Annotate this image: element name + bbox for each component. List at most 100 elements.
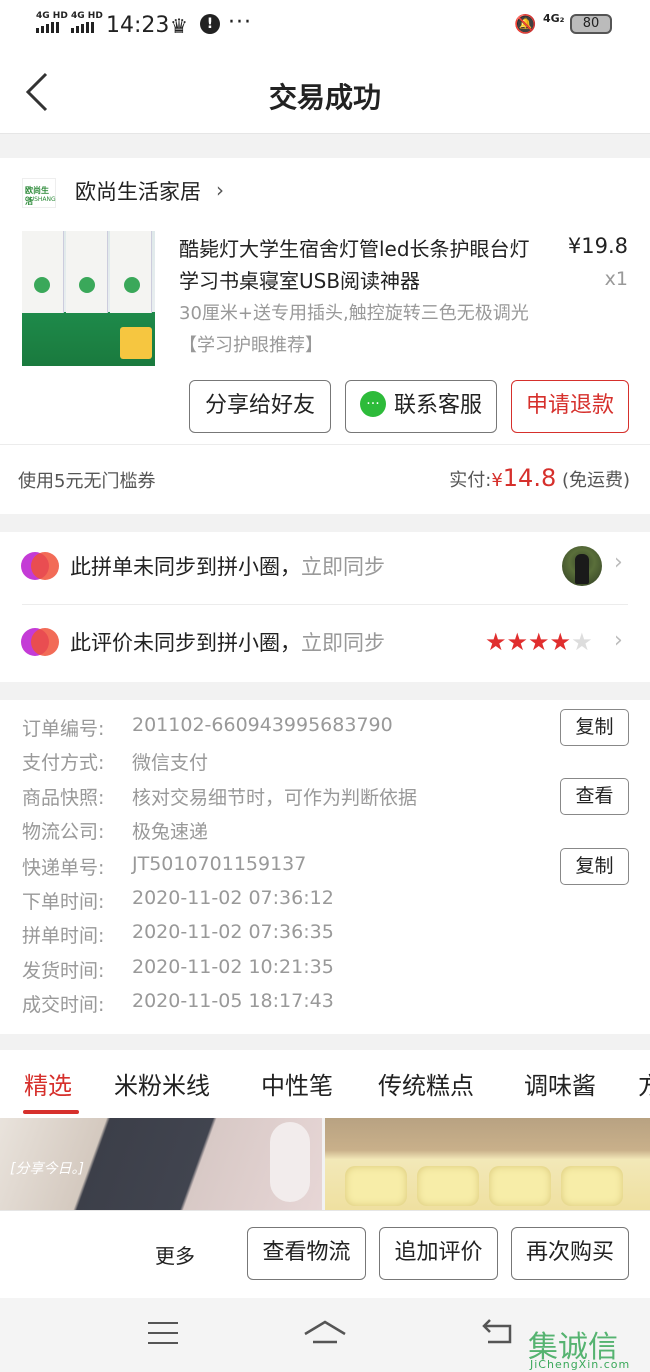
- chevron-right-icon[interactable]: ›: [614, 550, 623, 575]
- view-logistics-label: 查看物流: [262, 1240, 351, 1265]
- recommend-item-image[interactable]: [分享今日。]: [0, 1118, 322, 1210]
- star-icon: ★: [549, 628, 572, 656]
- rating-stars: ★★★★★: [485, 628, 593, 656]
- info-value: 2020-11-02 07:36:12: [132, 887, 334, 909]
- watermark-sub: JiChengXin.com: [530, 1358, 631, 1371]
- paid-value: 14.8: [502, 464, 557, 492]
- crown-icon: ♛: [170, 14, 188, 38]
- divider: [22, 604, 628, 605]
- star-icon: ★: [506, 628, 529, 656]
- shop-logo[interactable]: 欧尚生活 OUSHANG: [22, 178, 56, 208]
- alert-icon: !: [200, 14, 220, 34]
- network-label-1: 4G HD: [36, 11, 68, 21]
- bell-off-icon: 🔕: [514, 14, 537, 35]
- review-sync-text: 此评价未同步到拼小圈，: [70, 631, 301, 655]
- info-value: 2020-11-02 10:21:35: [132, 956, 334, 978]
- nav-bar: 交易成功: [0, 52, 650, 134]
- chevron-right-icon[interactable]: ›: [216, 178, 224, 202]
- star-icon: ★: [485, 628, 507, 656]
- group-sync-row[interactable]: 此拼单未同步到拼小圈，立即同步: [70, 551, 385, 581]
- info-label: 商品快照:: [22, 787, 105, 809]
- category-tabs: 精选 米粉米线 中性笔 传统糕点 调味酱 方: [0, 1050, 650, 1118]
- review-sync-row[interactable]: 此评价未同步到拼小圈，立即同步: [70, 627, 385, 657]
- order-time-row: 下单时间: 2020-11-02 07:36:12: [22, 887, 334, 914]
- paid-amount: 实付:¥14.8 (免运费): [449, 464, 630, 492]
- info-label: 物流公司:: [22, 821, 105, 843]
- info-value: 201102-660943995683790: [132, 714, 393, 736]
- network-label-right: 4G₂: [543, 12, 565, 25]
- group-sync-action[interactable]: 立即同步: [301, 555, 385, 579]
- contact-service-button[interactable]: ··· 联系客服: [345, 380, 497, 433]
- tab-sauces[interactable]: 调味酱: [524, 1066, 596, 1101]
- info-value: JT5010701159137: [132, 853, 307, 875]
- paid-label: 实付:: [449, 470, 492, 491]
- menu-icon[interactable]: [148, 1322, 178, 1352]
- network-label-2: 4G HD: [71, 11, 103, 21]
- coupon-text: 使用5元无门槛券: [18, 471, 156, 492]
- tab-featured[interactable]: 精选: [24, 1066, 72, 1101]
- info-value: 2020-11-05 18:17:43: [132, 990, 334, 1012]
- wechat-chat-icon: ···: [359, 391, 386, 417]
- tracking-number-row: 快递单号: JT5010701159137: [22, 853, 306, 880]
- view-logistics-button[interactable]: 查看物流: [247, 1227, 366, 1280]
- tab-rice-noodles[interactable]: 米粉米线: [114, 1066, 210, 1101]
- signal-icon: [71, 22, 94, 33]
- product-image[interactable]: [22, 231, 155, 366]
- info-label: 拼单时间:: [22, 925, 105, 947]
- buy-again-button[interactable]: 再次购买: [511, 1227, 629, 1280]
- group-sync-text: 此拼单未同步到拼小圈，: [70, 555, 301, 579]
- info-label: 订单编号:: [22, 718, 105, 740]
- contact-service-label: 联系客服: [393, 393, 482, 418]
- chevron-right-icon[interactable]: ›: [614, 628, 623, 653]
- more-dots-icon: ···: [228, 10, 252, 35]
- status-time: 14:23: [106, 13, 170, 38]
- info-label: 快递单号:: [22, 857, 105, 879]
- home-icon[interactable]: [303, 1318, 347, 1348]
- logistics-company-row: 物流公司: 极兔速递: [22, 817, 208, 844]
- signal-icon: [36, 22, 59, 33]
- currency-symbol: ¥: [491, 470, 503, 491]
- product-spec: 30厘米+送专用插头,触控旋转三色无极调光【学习护眼推荐】: [179, 303, 529, 356]
- more-button[interactable]: 更多: [155, 1240, 195, 1269]
- divider: [0, 444, 650, 445]
- share-button[interactable]: 分享给好友: [189, 380, 331, 433]
- info-value: 微信支付: [132, 752, 209, 774]
- add-review-label: 追加评价: [394, 1240, 483, 1265]
- buy-again-label: 再次购买: [525, 1240, 614, 1265]
- tab-pastries[interactable]: 传统糕点: [378, 1066, 474, 1101]
- group-time-row: 拼单时间: 2020-11-02 07:36:35: [22, 921, 334, 948]
- battery-icon: 80: [570, 14, 612, 34]
- avatar[interactable]: [562, 546, 602, 586]
- copy-tracking-number-button[interactable]: 复制: [560, 848, 629, 885]
- snapshot-row: 商品快照: 核对交易细节时，可作为判断依据: [22, 783, 417, 810]
- shop-logo-subtext: OUSHANG: [25, 196, 56, 203]
- active-tab-indicator: [23, 1110, 79, 1114]
- refund-button-label: 申请退款: [525, 393, 614, 418]
- recommend-item-image[interactable]: [325, 1118, 650, 1210]
- add-review-button[interactable]: 追加评价: [379, 1227, 498, 1280]
- ship-time-row: 发货时间: 2020-11-02 10:21:35: [22, 956, 334, 983]
- tab-more-cut[interactable]: 方: [638, 1066, 650, 1101]
- shipping-note: (免运费): [561, 470, 630, 491]
- info-value: 核对交易细节时，可作为判断依据: [132, 787, 418, 809]
- payment-method-row: 支付方式: 微信支付: [22, 748, 208, 775]
- product-quantity: x1: [604, 268, 628, 290]
- pinxiaoquan-icon: [21, 552, 59, 582]
- info-value: 极兔速递: [132, 821, 209, 843]
- refund-button[interactable]: 申请退款: [511, 380, 629, 433]
- star-icon: ★: [571, 628, 593, 656]
- star-icon: ★: [528, 628, 550, 656]
- review-sync-action[interactable]: 立即同步: [301, 631, 385, 655]
- info-label: 下单时间:: [22, 891, 105, 913]
- info-value: 2020-11-02 07:36:35: [132, 921, 334, 943]
- back-icon[interactable]: [480, 1318, 514, 1348]
- status-bar: 4G HD 4G HD 14:23 ♛ ! ··· 🔕 4G₂ 80: [0, 0, 650, 52]
- copy-order-number-button[interactable]: 复制: [560, 709, 629, 746]
- tab-gel-pens[interactable]: 中性笔: [261, 1066, 333, 1101]
- info-label: 发货时间:: [22, 960, 105, 982]
- pinxiaoquan-icon: [21, 628, 59, 658]
- shop-name[interactable]: 欧尚生活家居: [75, 176, 201, 206]
- complete-time-row: 成交时间: 2020-11-05 18:17:43: [22, 990, 334, 1017]
- product-title[interactable]: 酷毙灯大学生宿舍灯管led长条护眼台灯学习书桌寝室USB阅读神器: [179, 233, 534, 297]
- view-snapshot-button[interactable]: 查看: [560, 778, 629, 815]
